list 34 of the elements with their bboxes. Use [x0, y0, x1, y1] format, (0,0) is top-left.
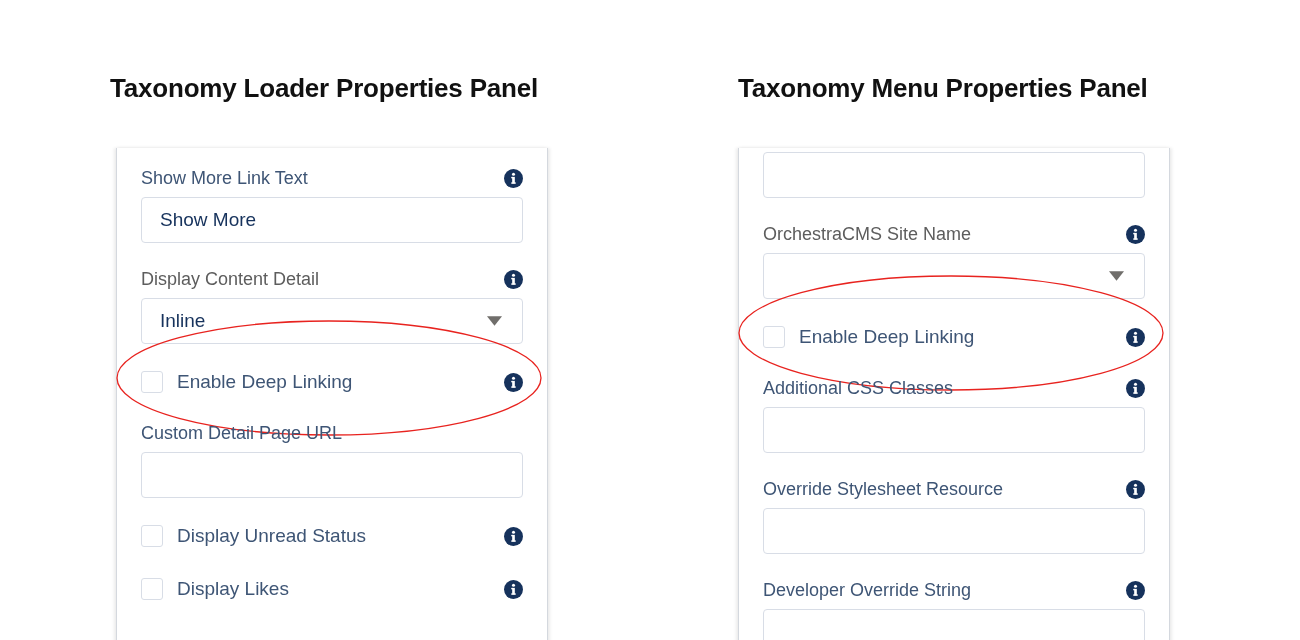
text-field[interactable] [141, 452, 523, 498]
text-field[interactable] [763, 508, 1145, 554]
text-field[interactable]: Show More [141, 197, 523, 243]
caret-icon [1109, 271, 1124, 281]
checkbox[interactable] [141, 371, 163, 393]
info-icon[interactable] [1126, 327, 1145, 347]
panel-title: Taxonomy Menu Properties Panel [738, 72, 1148, 104]
field-label: Override Stylesheet Resource [763, 478, 1004, 500]
panel-title: Taxonomy Loader Properties Panel [110, 72, 539, 104]
text-field[interactable] [763, 152, 1145, 198]
info-icon[interactable] [1126, 580, 1145, 600]
info-icon[interactable] [1126, 224, 1145, 244]
info-icon[interactable] [504, 372, 523, 392]
info-icon[interactable] [504, 526, 523, 546]
field-label: Show More Link Text [141, 167, 308, 189]
info-icon[interactable] [1126, 479, 1145, 499]
info-icon[interactable] [504, 579, 523, 599]
dropdown[interactable] [763, 253, 1145, 299]
text-field[interactable] [763, 407, 1145, 453]
checkbox-label: Display Unread Status [177, 525, 368, 547]
caret-icon [487, 316, 502, 326]
dropdown[interactable]: Inline [141, 298, 523, 344]
checkbox-label: Display Likes [177, 578, 290, 600]
checkbox-label: Enable Deep Linking [177, 371, 354, 393]
checkbox[interactable] [141, 525, 163, 547]
field-label: Developer Override String [763, 579, 972, 601]
field-label: OrchestraCMS Site Name [763, 223, 972, 245]
info-icon[interactable] [504, 168, 523, 188]
field-label: Display Content Detail [141, 268, 320, 290]
checkbox[interactable] [763, 326, 785, 348]
checkbox[interactable] [141, 578, 163, 600]
info-icon[interactable] [504, 269, 523, 289]
info-icon[interactable] [1126, 378, 1145, 398]
checkbox-label: Enable Deep Linking [799, 326, 976, 348]
